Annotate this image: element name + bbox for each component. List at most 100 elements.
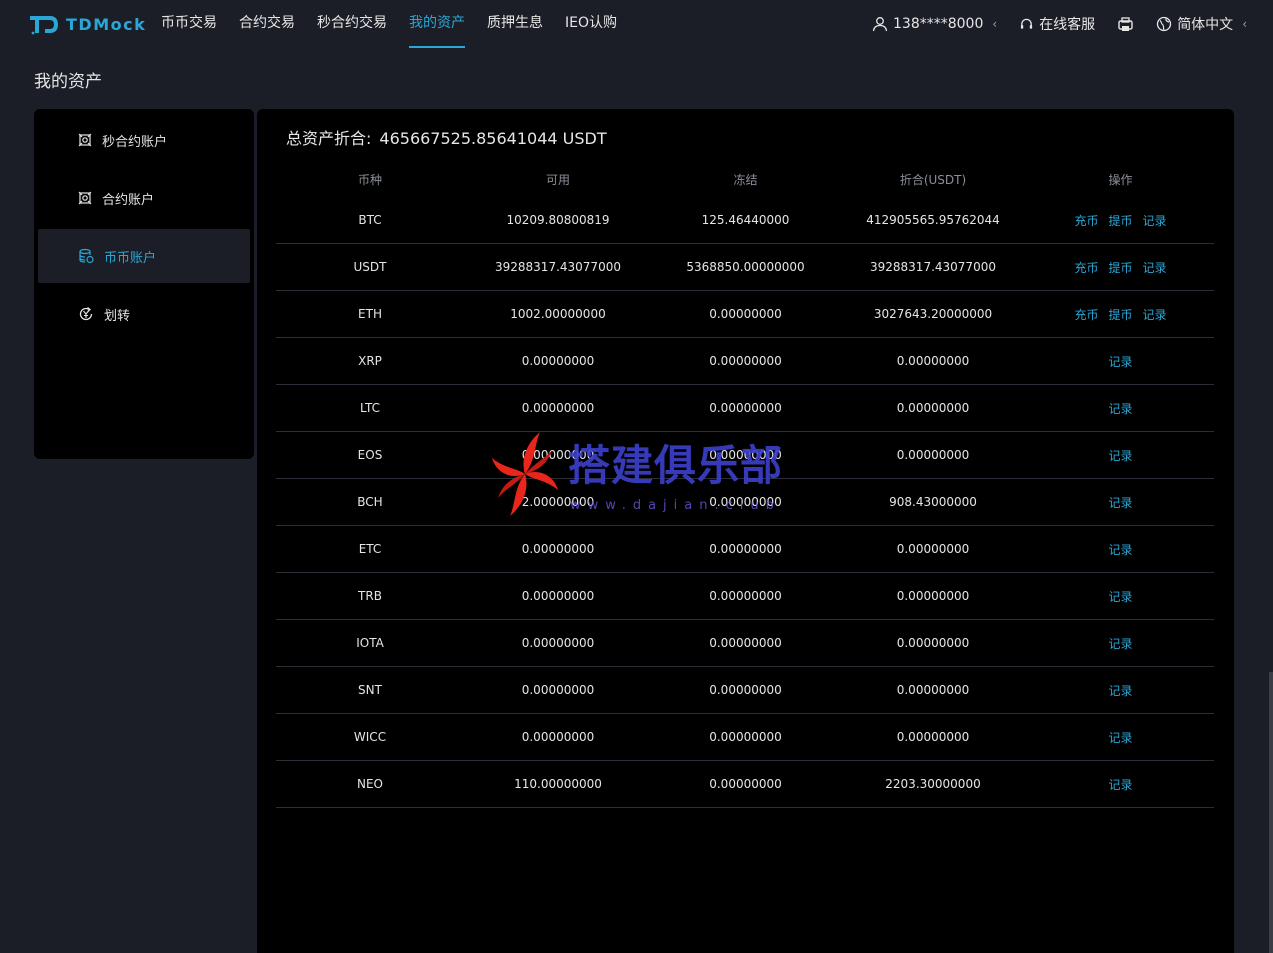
records-link[interactable]: 记录	[1108, 494, 1132, 511]
usdt-cell: 0.00000000	[896, 354, 970, 368]
available-cell: 0.00000000	[521, 542, 595, 556]
table-row: XRP 0.00000000 0.00000000 0.00000000 记录	[276, 338, 1214, 385]
records-link[interactable]: 记录	[1108, 353, 1132, 370]
records-link[interactable]: 记录	[1108, 400, 1132, 417]
coin-cell: SNT	[358, 683, 382, 697]
sidebar-item-transfer[interactable]: 划转	[38, 287, 250, 341]
table-row: SNT 0.00000000 0.00000000 0.00000000 记录	[276, 667, 1214, 714]
app-download[interactable]	[1117, 16, 1134, 33]
online-support[interactable]: 在线客服	[1019, 14, 1095, 34]
app-download-icon	[1118, 16, 1133, 31]
coin-cell: BTC	[358, 213, 382, 227]
coin-cell: LTC	[359, 401, 381, 415]
frozen-cell: 0.00000000	[709, 495, 782, 509]
assets-table: 币种 可用 冻结 折合(USDT) 操作 BTC 10209.80800819 12…	[276, 161, 1214, 808]
available-cell: 0.00000000	[521, 730, 595, 744]
chevron-left-icon: ‹	[992, 17, 998, 31]
brand-logo[interactable]: TDMock	[28, 12, 146, 36]
coin-cell: NEO	[356, 777, 383, 791]
nav-spot-trading[interactable]: 币币交易	[161, 0, 217, 48]
nav-ieo[interactable]: IEO认购	[565, 0, 617, 48]
available-cell: 2.00000000	[521, 495, 595, 509]
frozen-cell: 0.00000000	[709, 683, 782, 697]
usdt-cell: 3027643.20000000	[873, 307, 993, 321]
withdraw-link[interactable]: 提币	[1108, 259, 1132, 276]
available-cell: 0.00000000	[521, 401, 595, 415]
actions-cell: 记录	[1027, 682, 1214, 699]
header-right: 138****8000 ‹ 在线客服 简体中文 ‹	[850, 0, 1247, 48]
total-assets-label: 总资产折合:	[286, 129, 372, 148]
nav-staking[interactable]: 质押生息	[487, 0, 543, 48]
deposit-link[interactable]: 充币	[1074, 212, 1098, 229]
frozen-cell: 0.00000000	[709, 448, 782, 462]
records-link[interactable]: 记录	[1143, 259, 1167, 276]
page-scrollbar[interactable]	[1269, 672, 1273, 953]
actions-cell: 充币 提币 记录	[1027, 306, 1214, 323]
records-link[interactable]: 记录	[1143, 212, 1167, 229]
actions-cell: 记录	[1027, 400, 1214, 417]
available-cell: 0.00000000	[521, 354, 595, 368]
td-logo-icon	[30, 16, 58, 35]
available-cell: 39288317.43077000	[495, 260, 621, 274]
usdt-cell: 0.00000000	[896, 636, 970, 650]
language-selector[interactable]: 简体中文 ‹	[1156, 14, 1247, 34]
user-phone: 138****8000	[893, 16, 984, 32]
nav-contract-trading[interactable]: 合约交易	[239, 0, 295, 48]
records-link[interactable]: 记录	[1108, 682, 1132, 699]
table-row: USDT 39288317.43077000 5368850.00000000 392…	[276, 244, 1214, 291]
actions-cell: 记录	[1027, 776, 1214, 793]
sidebar-item-label: 秒合约账户	[102, 134, 168, 150]
coins-icon	[79, 248, 94, 264]
globe-icon	[1157, 16, 1172, 32]
records-link[interactable]: 记录	[1108, 729, 1132, 746]
main-nav: 币币交易 合约交易 秒合约交易 我的资产 质押生息 IEO认购	[161, 0, 639, 48]
usdt-cell: 39288317.43077000	[870, 260, 996, 274]
actions-cell: 记录	[1027, 729, 1214, 746]
usdt-cell: 0.00000000	[896, 683, 970, 697]
col-coin: 币种	[357, 172, 382, 187]
account-sidebar: 秒合约账户 合约账户 币币账户 划转	[34, 109, 254, 459]
records-link[interactable]: 记录	[1108, 635, 1132, 652]
actions-cell: 充币 提币 记录	[1027, 212, 1214, 229]
coin-cell: ETH	[358, 307, 382, 321]
table-row: EOS 0.00000000 0.00000000 0.00000000 记录	[276, 432, 1214, 479]
language-label: 简体中文	[1177, 17, 1234, 33]
page-title: 我的资产	[34, 72, 102, 92]
nav-my-assets[interactable]: 我的资产	[409, 0, 465, 48]
table-body: BTC 10209.80800819 125.46440000 412905565.9…	[276, 197, 1214, 808]
records-link[interactable]: 记录	[1143, 306, 1167, 323]
table-row: IOTA 0.00000000 0.00000000 0.00000000 记录	[276, 620, 1214, 667]
user-menu[interactable]: 138****8000 ‹	[872, 16, 997, 32]
deposit-link[interactable]: 充币	[1074, 306, 1098, 323]
coin-cell: IOTA	[356, 636, 384, 650]
chevron-left-icon: ‹	[1242, 17, 1247, 31]
records-link[interactable]: 记录	[1108, 447, 1132, 464]
nav-second-contract[interactable]: 秒合约交易	[317, 0, 387, 48]
table-row: TRB 0.00000000 0.00000000 0.00000000 记录	[276, 573, 1214, 620]
available-cell: 0.00000000	[521, 683, 595, 697]
frozen-cell: 0.00000000	[709, 636, 782, 650]
records-link[interactable]: 记录	[1108, 776, 1132, 793]
coin-cell: TRB	[358, 589, 382, 603]
frozen-cell: 5368850.00000000	[686, 260, 805, 274]
brand-name: TDMock	[66, 14, 147, 34]
sidebar-item-contract[interactable]: 合约账户	[38, 171, 250, 225]
user-icon	[872, 17, 888, 32]
coin-cell: EOS	[357, 448, 383, 462]
withdraw-link[interactable]: 提币	[1108, 212, 1132, 229]
available-cell: 0.00000000	[521, 589, 595, 603]
frozen-cell: 0.00000000	[709, 401, 782, 415]
deposit-link[interactable]: 充币	[1074, 259, 1098, 276]
table-row: BTC 10209.80800819 125.46440000 412905565.9…	[276, 197, 1214, 244]
total-assets: 总资产折合: 465667525.85641044 USDT	[286, 125, 607, 149]
table-row: ETH 1002.00000000 0.00000000 3027643.200000…	[276, 291, 1214, 338]
withdraw-link[interactable]: 提币	[1108, 306, 1132, 323]
coin-cell: BCH	[357, 495, 383, 509]
records-link[interactable]: 记录	[1108, 541, 1132, 558]
sidebar-item-label: 合约账户	[102, 192, 155, 208]
usdt-cell: 2203.30000000	[885, 777, 981, 791]
sidebar-item-second-contract[interactable]: 秒合约账户	[38, 113, 250, 167]
sidebar-item-spot[interactable]: 币币账户	[38, 229, 250, 283]
usdt-cell: 0.00000000	[896, 401, 970, 415]
records-link[interactable]: 记录	[1108, 588, 1132, 605]
